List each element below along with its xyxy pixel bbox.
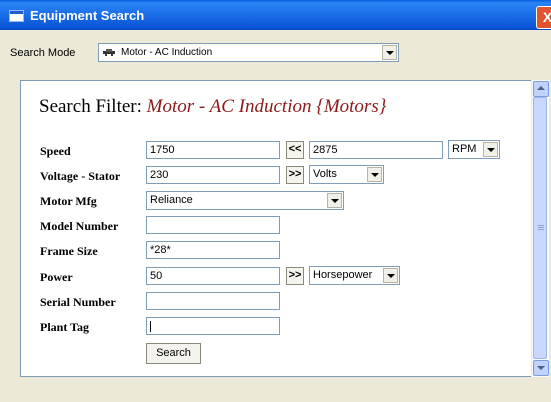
power-unit-select[interactable]: Horsepower [309,266,400,285]
search-mode-select[interactable]: Motor - AC Induction [98,43,399,62]
equipment-search-window: Equipment Search X Search Mode Motor - A… [0,0,551,402]
speed-unit-select[interactable]: RPM [448,140,500,159]
scroll-down-button[interactable] [533,360,549,376]
speed-to-input[interactable]: 2875 [309,141,443,159]
voltage-unit-value: Volts [313,168,337,180]
voltage-range-button[interactable]: >> [286,166,304,184]
motor-mfg-select[interactable]: Reliance [146,191,344,210]
voltage-label: Voltage - Stator [40,169,121,183]
search-mode-label: Search Mode [10,47,76,59]
search-mode-row: Search Mode Motor - AC Induction [0,30,551,72]
speed-range-button[interactable]: << [286,141,304,159]
frame-size-label: Frame Size [40,244,98,258]
window-title: Equipment Search [30,8,145,23]
page-title: Search Filter: Motor - AC Induction {Mot… [39,96,386,118]
search-mode-value: Motor - AC Induction [121,47,213,58]
plant-tag-label: Plant Tag [40,320,90,334]
page-title-subject: Motor - AC Induction {Motors} [146,96,387,117]
model-number-input[interactable] [146,216,280,234]
window-icon [9,10,24,22]
chevron-down-icon[interactable] [327,193,342,208]
text-caret [150,320,151,332]
chevron-down-icon[interactable] [483,142,498,157]
car-icon [103,49,115,56]
power-range-button[interactable]: >> [286,267,304,285]
chevron-down-icon[interactable] [367,167,382,182]
vertical-scrollbar[interactable] [531,80,549,377]
voltage-input[interactable]: 230 [146,166,280,184]
plant-tag-input[interactable] [146,317,280,335]
chevron-down-icon[interactable] [382,45,397,60]
serial-number-label: Serial Number [40,295,116,309]
serial-number-input[interactable] [146,292,280,310]
model-number-label: Model Number [40,219,119,233]
power-input[interactable]: 50 [146,267,280,285]
speed-unit-value: RPM [452,143,477,155]
power-unit-value: Horsepower [313,269,373,281]
speed-label: Speed [40,144,71,158]
motor-mfg-value: Reliance [150,194,193,206]
frame-size-input[interactable]: *28* [146,241,280,259]
scroll-up-button[interactable] [533,81,549,97]
power-label: Power [40,270,73,284]
scroll-thumb[interactable] [533,97,547,359]
close-button[interactable]: X [536,6,551,29]
motor-mfg-label: Motor Mfg [40,194,97,208]
speed-from-input[interactable]: 1750 [146,141,280,159]
page-title-label: Search Filter: [39,96,142,117]
grip-icon [538,225,544,226]
title-bar[interactable]: Equipment Search X [0,0,551,30]
chevron-down-icon[interactable] [383,268,398,283]
voltage-unit-select[interactable]: Volts [309,165,384,184]
search-button[interactable]: Search [146,343,201,364]
